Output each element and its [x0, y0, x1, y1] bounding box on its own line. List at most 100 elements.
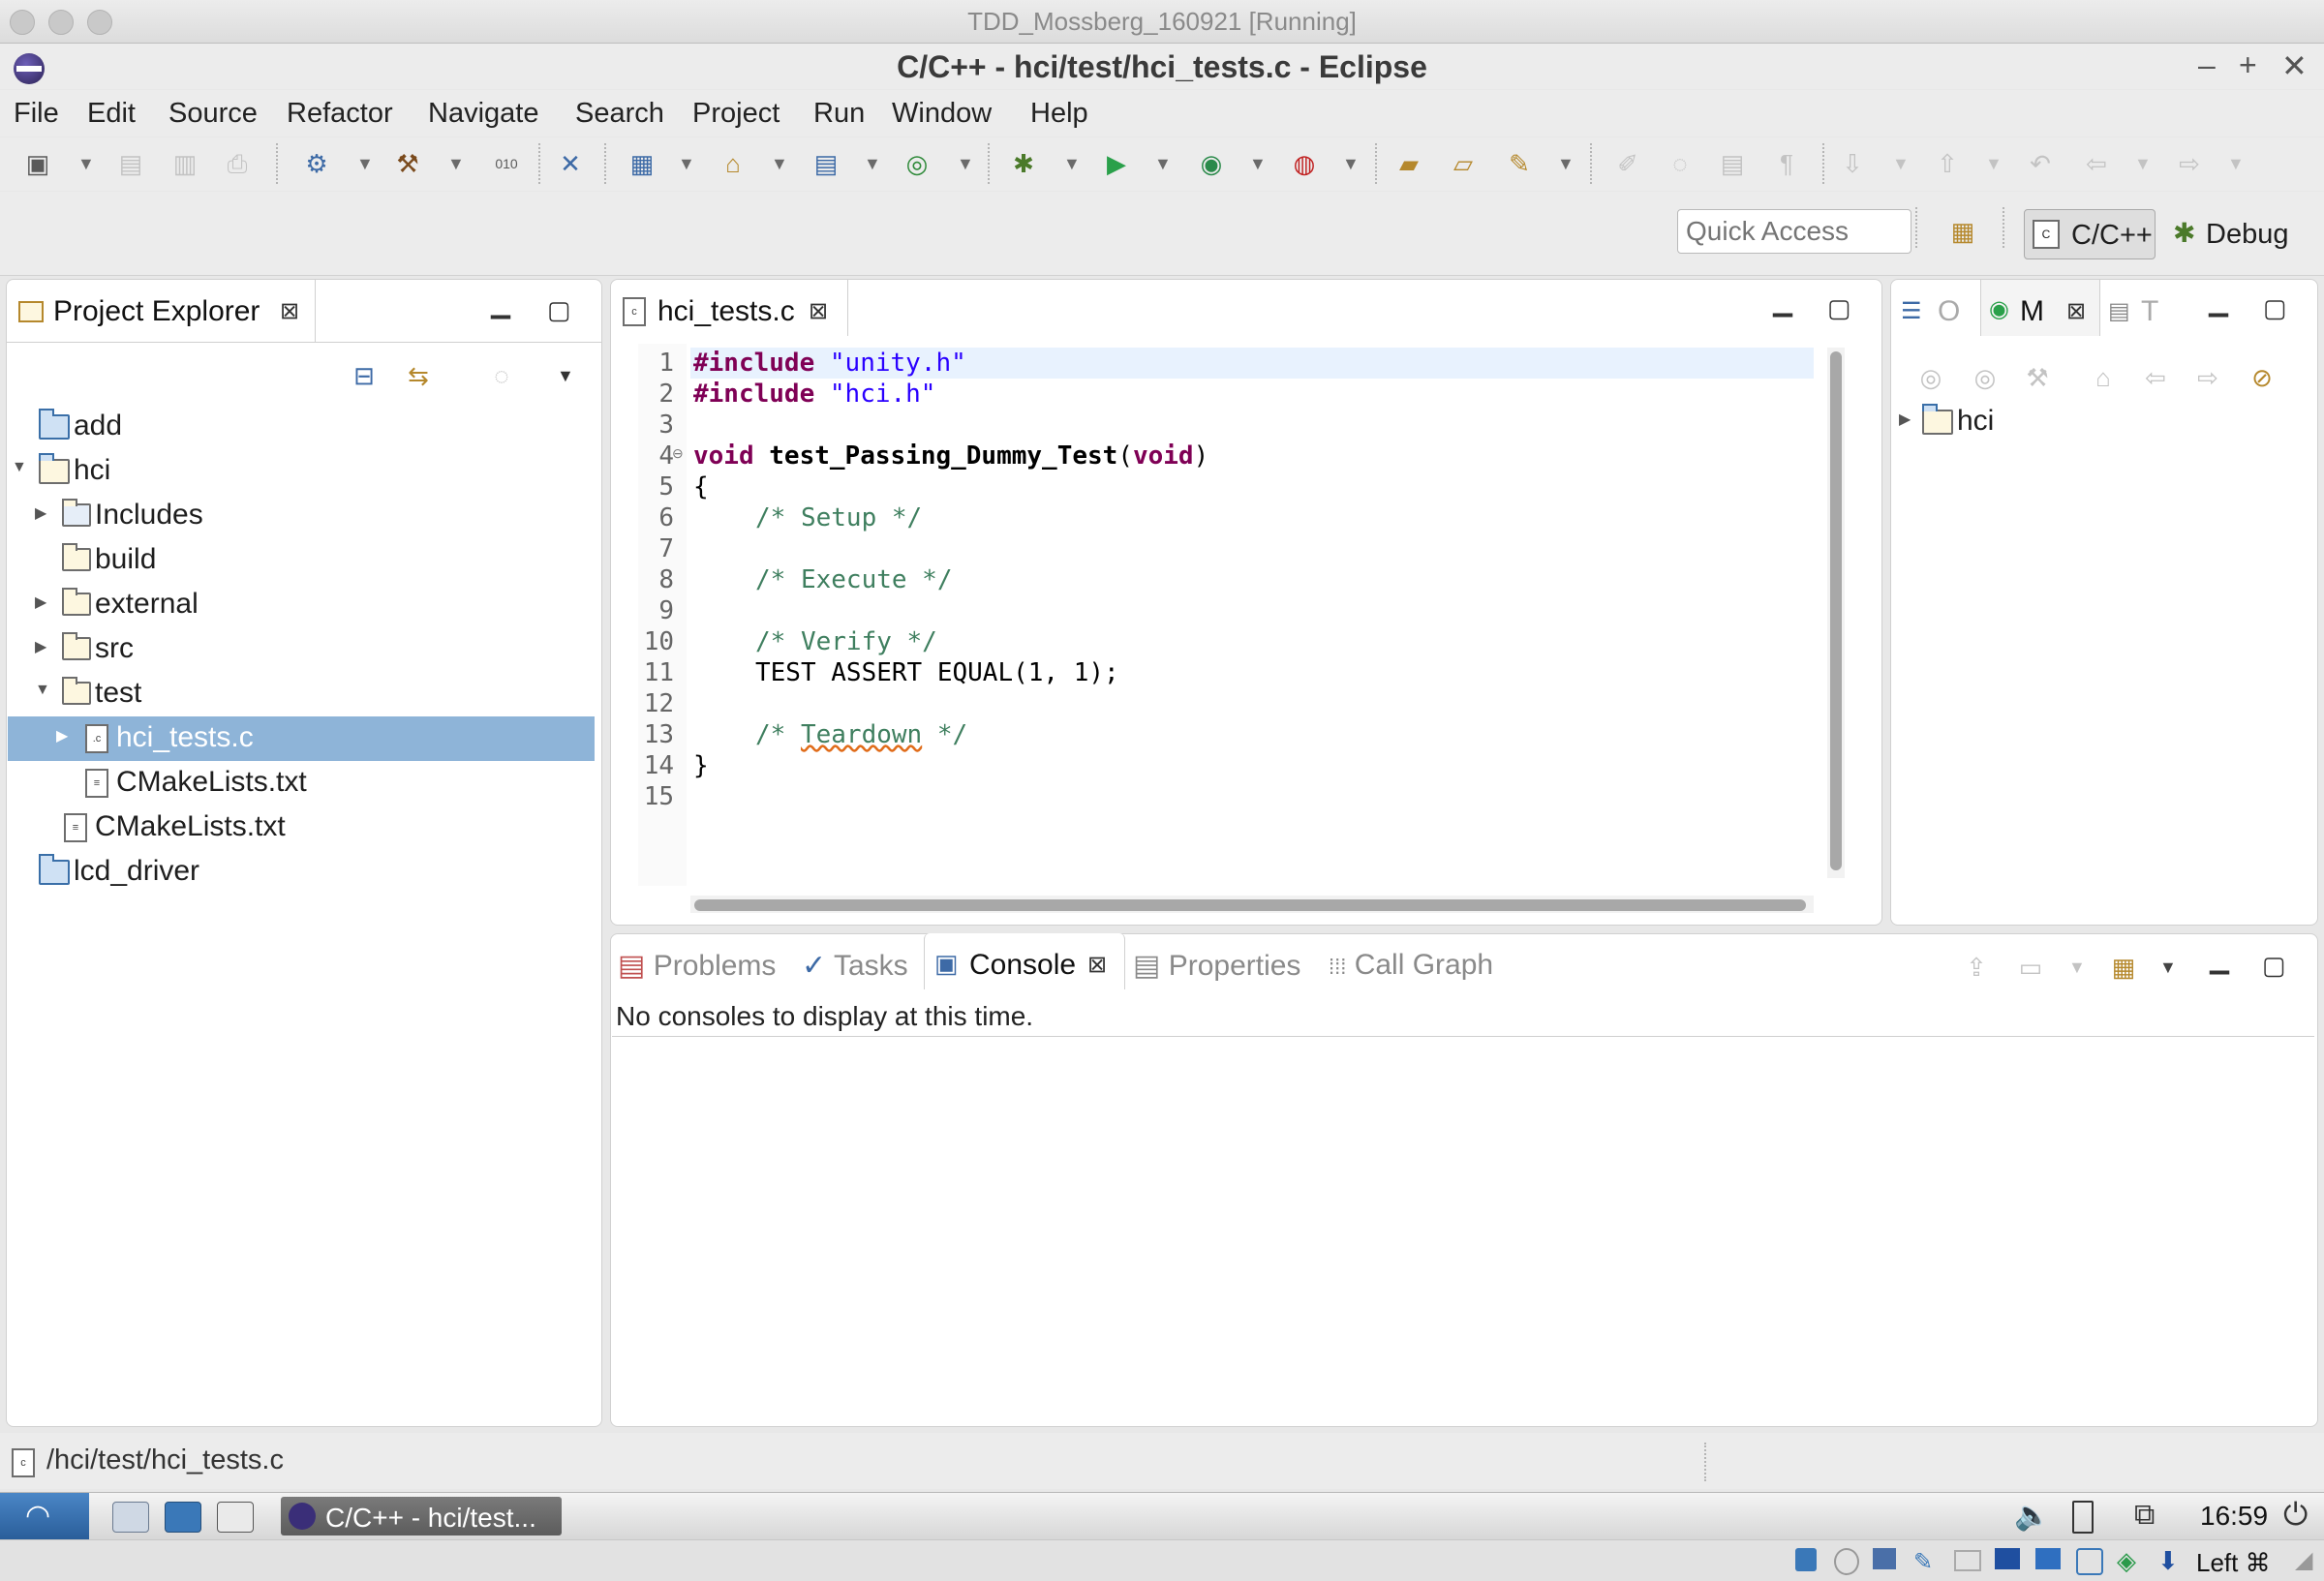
- forward-icon[interactable]: ⇨: [2191, 361, 2224, 394]
- expanded-arrow-icon[interactable]: ▼: [12, 459, 27, 476]
- start-menu-button[interactable]: ◠: [0, 1493, 89, 1539]
- minimize-view-icon[interactable]: ▁: [2209, 288, 2228, 318]
- tab-properties[interactable]: ▤ Properties: [1133, 949, 1300, 983]
- vertical-scrollbar[interactable]: [1827, 348, 1845, 878]
- new-project-dropdown-icon[interactable]: ▼: [678, 147, 695, 180]
- battery-icon[interactable]: [2072, 1501, 2094, 1534]
- save-all-icon[interactable]: ▥: [168, 147, 201, 180]
- new-dropdown-icon[interactable]: ▼: [77, 147, 95, 180]
- tab-make-target[interactable]: ◉ M ⊠: [1980, 280, 2100, 336]
- tab-project-explorer[interactable]: Project Explorer ⊠: [7, 280, 316, 343]
- menu-edit[interactable]: Edit: [87, 98, 136, 130]
- display-console-icon[interactable]: ▭: [2014, 951, 2047, 984]
- menu-window[interactable]: Window: [892, 98, 992, 130]
- coverage-dropdown-icon[interactable]: ▼: [1249, 147, 1267, 180]
- menu-project[interactable]: Project: [692, 98, 780, 130]
- tree-item-includes[interactable]: ▶ Includes: [8, 494, 595, 538]
- tab-call-graph[interactable]: ⁞⁞⁞ Call Graph: [1329, 949, 1493, 982]
- back-icon[interactable]: ⇦: [2080, 147, 2113, 180]
- last-edit-icon[interactable]: ↶: [2024, 147, 2057, 180]
- maximize-view-icon[interactable]: ▢: [2262, 951, 2286, 981]
- tab-tasks[interactable]: ✓ Tasks: [802, 949, 908, 983]
- tab-problems[interactable]: ▤ Problems: [618, 949, 776, 983]
- recording-icon[interactable]: [2076, 1548, 2103, 1575]
- new-source-file-icon[interactable]: ▤: [810, 147, 842, 180]
- new-cpp-project-icon[interactable]: ▦: [626, 147, 658, 180]
- build-config-icon[interactable]: ⚙: [300, 147, 333, 180]
- scrollbar-thumb[interactable]: [694, 899, 1806, 911]
- open-console-icon[interactable]: ▦: [2107, 951, 2140, 984]
- minimize-button[interactable]: –: [2198, 47, 2216, 83]
- desktop-icon[interactable]: [217, 1502, 254, 1533]
- taskbar-eclipse-task[interactable]: C/C++ - hci/test...: [281, 1497, 562, 1535]
- back-icon[interactable]: ⇦: [2139, 361, 2172, 394]
- shared-folders-icon[interactable]: [1995, 1548, 2020, 1569]
- optical-drive-icon[interactable]: [1834, 1548, 1859, 1575]
- mouse-integration-icon[interactable]: ⬇: [2157, 1546, 2179, 1576]
- scrollbar-thumb[interactable]: [1830, 351, 1842, 870]
- collapse-all-icon[interactable]: ⊟: [348, 359, 381, 392]
- run-dropdown-icon[interactable]: ▼: [1154, 147, 1172, 180]
- print-icon[interactable]: ⎙: [221, 147, 254, 180]
- filter-icon[interactable]: ◌: [485, 359, 518, 392]
- collapsed-arrow-icon[interactable]: ▶: [35, 637, 46, 656]
- menu-refactor[interactable]: Refactor: [287, 98, 393, 130]
- maximize-view-icon[interactable]: ▢: [2263, 293, 2287, 323]
- open-perspective-icon[interactable]: ▦: [1946, 215, 1979, 248]
- home-icon[interactable]: ⌂: [2087, 361, 2120, 394]
- prev-annotation-dropdown-icon[interactable]: ▼: [1985, 147, 2003, 180]
- tree-item-cmakelists-hci[interactable]: ≡ CMakeLists.txt: [8, 806, 595, 850]
- network-icon[interactable]: [165, 1502, 201, 1533]
- new-class-dropdown-icon[interactable]: ▼: [957, 147, 974, 180]
- toggle-mark-icon[interactable]: ✐: [1611, 147, 1644, 180]
- next-annotation-dropdown-icon[interactable]: ▼: [1892, 147, 1910, 180]
- tree-item-cmakelists-test[interactable]: ≡ CMakeLists.txt: [8, 761, 595, 806]
- new-icon[interactable]: ▣: [21, 147, 54, 180]
- expanded-arrow-icon[interactable]: ▼: [35, 682, 50, 699]
- tree-item-hci[interactable]: ▼ hci: [8, 449, 595, 494]
- menu-file[interactable]: File: [14, 98, 59, 130]
- minimize-editor-icon[interactable]: ▁: [1773, 288, 1792, 318]
- fold-collapse-icon[interactable]: ⊖: [672, 445, 684, 462]
- new-class-icon[interactable]: ◎: [901, 147, 933, 180]
- horizontal-scrollbar[interactable]: [690, 896, 1814, 913]
- back-dropdown-icon[interactable]: ▼: [2134, 147, 2152, 180]
- cpu-icon[interactable]: ◈: [2117, 1546, 2136, 1576]
- block-select-icon[interactable]: ▤: [1716, 147, 1749, 180]
- new-target-icon[interactable]: ◎: [1969, 361, 2002, 394]
- prev-annotation-icon[interactable]: ⇧: [1931, 147, 1964, 180]
- menu-run[interactable]: Run: [813, 98, 865, 130]
- new-folder-dropdown-icon[interactable]: ▼: [771, 147, 788, 180]
- network-status-icon[interactable]: ✎: [1913, 1548, 1933, 1576]
- debug-dropdown-icon[interactable]: ▼: [1063, 147, 1081, 180]
- menu-search[interactable]: Search: [575, 98, 664, 130]
- tab-outline[interactable]: ☰ O: [1891, 280, 1980, 336]
- disconnect-icon[interactable]: ✕: [554, 147, 587, 180]
- save-icon[interactable]: ▤: [114, 147, 147, 180]
- perspective-debug-button[interactable]: ✱ Debug: [2167, 209, 2312, 258]
- open-element-icon[interactable]: ▱: [1447, 147, 1480, 180]
- external-tools-dropdown-icon[interactable]: ▼: [1342, 147, 1360, 180]
- close-button[interactable]: ✕: [2281, 47, 2308, 84]
- collapsed-arrow-icon[interactable]: ▶: [1899, 410, 1911, 429]
- tab-type-hierarchy[interactable]: ▤ T: [2098, 280, 2176, 336]
- pin-console-icon[interactable]: ⇪: [1960, 951, 1993, 984]
- display-icon[interactable]: ⧉: [2134, 1499, 2155, 1532]
- display-status-icon[interactable]: [2035, 1548, 2061, 1569]
- tree-item-external[interactable]: ▶ external: [8, 583, 595, 627]
- build-hammer-icon[interactable]: ⚒: [391, 147, 424, 180]
- new-source-folder-icon[interactable]: ⌂: [717, 147, 749, 180]
- resize-grip-icon[interactable]: ◢: [2295, 1546, 2312, 1574]
- search-icon[interactable]: ✎: [1503, 147, 1536, 180]
- forward-icon[interactable]: ⇨: [2173, 147, 2206, 180]
- external-tools-icon[interactable]: ◍: [1288, 147, 1321, 180]
- menu-help[interactable]: Help: [1030, 98, 1088, 130]
- menu-source[interactable]: Source: [168, 98, 258, 130]
- tree-item-hci-tests-c[interactable]: ▶ .c hci_tests.c: [8, 716, 595, 761]
- maximize-editor-icon[interactable]: ▢: [1827, 293, 1851, 323]
- tree-item-add[interactable]: add: [8, 405, 595, 449]
- show-whitespace-icon[interactable]: ¶: [1770, 147, 1803, 180]
- hdd-icon[interactable]: [1795, 1548, 1817, 1571]
- quick-access-input[interactable]: [1677, 209, 1911, 254]
- power-icon[interactable]: ⏻: [2283, 1497, 2308, 1534]
